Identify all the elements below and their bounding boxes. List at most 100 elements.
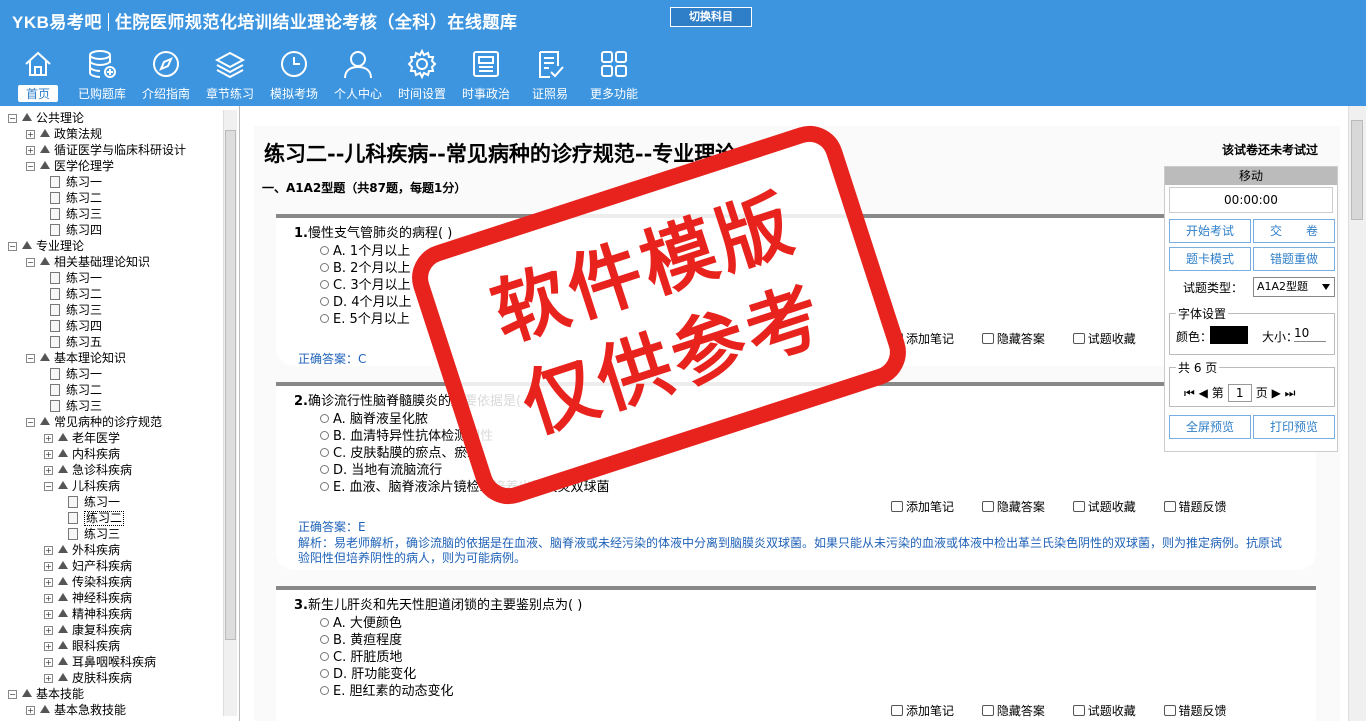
tree-item[interactable]: + 循证医学与临床科研设计 — [0, 142, 222, 158]
tree-item[interactable]: 练习二 — [0, 382, 222, 398]
tree-item[interactable]: 练习一 — [0, 270, 222, 286]
tree-item[interactable]: + 耳鼻咽喉科疾病 — [0, 654, 222, 670]
favorite-button[interactable]: 试题收藏 — [1072, 332, 1148, 346]
scrollbar-thumb[interactable] — [1351, 120, 1363, 220]
expand-toggle-icon[interactable]: − — [26, 418, 35, 427]
tree-item[interactable]: 练习一 — [0, 174, 222, 190]
expand-toggle-icon[interactable]: − — [26, 162, 35, 171]
expand-toggle-icon[interactable]: + — [44, 434, 53, 443]
font-size-input[interactable]: 10 — [1294, 326, 1326, 342]
tree-item[interactable]: + 传染科疾病 — [0, 574, 222, 590]
tree-item[interactable]: + 基本急救技能 — [0, 702, 222, 718]
expand-toggle-icon[interactable]: + — [44, 450, 53, 459]
expand-toggle-icon[interactable]: − — [8, 242, 17, 251]
question-type-select[interactable]: A1A2型题 — [1253, 277, 1335, 297]
tree-scrollbar[interactable] — [223, 110, 237, 716]
move-handle[interactable]: 移动 — [1165, 167, 1337, 185]
radio-button[interactable] — [320, 618, 329, 627]
nav-guide[interactable]: 介绍指南 — [134, 46, 198, 104]
expand-toggle-icon[interactable]: − — [26, 354, 35, 363]
expand-toggle-icon[interactable]: + — [44, 466, 53, 475]
tree-item[interactable]: 练习三 — [0, 398, 222, 414]
tree-item[interactable]: − 基本理论知识 — [0, 350, 222, 366]
tree-item[interactable]: + 外科疾病 — [0, 542, 222, 558]
tree-item[interactable]: − 公共理论 — [0, 110, 222, 126]
prev-page-icon[interactable]: ◀ — [1199, 386, 1208, 400]
expand-toggle-icon[interactable]: + — [26, 146, 35, 155]
hide-answer-button[interactable]: 隐藏答案 — [981, 332, 1057, 346]
expand-toggle-icon[interactable]: − — [26, 258, 35, 267]
nav-more[interactable]: 更多功能 — [582, 46, 646, 104]
tree-item[interactable]: + 政策法规 — [0, 126, 222, 142]
expand-toggle-icon[interactable]: + — [44, 658, 53, 667]
expand-toggle-icon[interactable]: + — [44, 578, 53, 587]
tree-item[interactable]: + 眼科疾病 — [0, 638, 222, 654]
tree-item[interactable]: 练习四 — [0, 318, 222, 334]
hide-answer-button[interactable]: 隐藏答案 — [981, 704, 1057, 718]
tree-item[interactable]: − 常见病种的诊疗规范 — [0, 414, 222, 430]
expand-toggle-icon[interactable]: + — [44, 674, 53, 683]
nav-purchased[interactable]: 已购题库 — [70, 46, 134, 104]
nav-home[interactable]: 首页 — [6, 46, 70, 104]
tree-item[interactable]: + 精神科疾病 — [0, 606, 222, 622]
tree-item[interactable]: − 儿科疾病 — [0, 478, 222, 494]
expand-toggle-icon[interactable]: − — [8, 690, 17, 699]
radio-button[interactable] — [320, 448, 329, 457]
radio-button[interactable] — [320, 280, 329, 289]
tree-item[interactable]: − 专业理论 — [0, 238, 222, 254]
tree-item[interactable]: − 医学伦理学 — [0, 158, 222, 174]
radio-button[interactable] — [320, 263, 329, 272]
tree-item[interactable]: + 老年医学 — [0, 430, 222, 446]
tree-item[interactable]: 练习三 — [0, 206, 222, 222]
option-e[interactable]: E. 5个月以上 — [320, 308, 410, 327]
tree-item[interactable]: 练习二 — [0, 510, 222, 526]
tree-item[interactable]: − 相关基础理论知识 — [0, 254, 222, 270]
expand-toggle-icon[interactable]: + — [44, 642, 53, 651]
tree-item[interactable]: + 内科疾病 — [0, 446, 222, 462]
tree-item[interactable]: + 急诊科疾病 — [0, 462, 222, 478]
submit-button[interactable]: 交 卷 — [1253, 219, 1335, 243]
tree-item[interactable]: + 皮肤科疾病 — [0, 670, 222, 686]
nav-time-settings[interactable]: 时间设置 — [390, 46, 454, 104]
tree-item[interactable]: − 基本技能 — [0, 686, 222, 702]
radio-button[interactable] — [320, 314, 329, 323]
radio-button[interactable] — [320, 652, 329, 661]
favorite-button[interactable]: 试题收藏 — [1072, 500, 1148, 514]
first-page-icon[interactable]: ⏮ — [1184, 386, 1195, 400]
tree-item[interactable]: 练习五 — [0, 334, 222, 350]
tree-item[interactable]: 练习三 — [0, 302, 222, 318]
nav-mock-exam[interactable]: 模拟考场 — [262, 46, 326, 104]
option-e[interactable]: E. 胆红素的动态变化 — [320, 680, 453, 699]
tree-item[interactable]: + 神经科疾病 — [0, 590, 222, 606]
nav-current-affairs[interactable]: 时事政治 — [454, 46, 518, 104]
radio-button[interactable] — [320, 297, 329, 306]
last-page-icon[interactable]: ⏭ — [1285, 386, 1296, 400]
report-error-button[interactable]: 错题反馈 — [1163, 704, 1239, 718]
radio-button[interactable] — [320, 431, 329, 440]
radio-button[interactable] — [320, 414, 329, 423]
tree-item[interactable]: + 康复科疾病 — [0, 622, 222, 638]
add-note-button[interactable]: 添加笔记 — [891, 500, 966, 514]
card-mode-button[interactable]: 题卡模式 — [1169, 247, 1251, 271]
main-scrollbar[interactable] — [1348, 106, 1366, 721]
start-exam-button[interactable]: 开始考试 — [1169, 219, 1251, 243]
expand-toggle-icon[interactable]: + — [26, 706, 35, 715]
font-color-swatch[interactable] — [1210, 326, 1248, 344]
add-note-button[interactable]: 添加笔记 — [891, 704, 966, 718]
tree-item[interactable]: 练习二 — [0, 190, 222, 206]
nav-chapter-practice[interactable]: 章节练习 — [198, 46, 262, 104]
tree-item[interactable]: 练习四 — [0, 222, 222, 238]
expand-toggle-icon[interactable]: + — [44, 626, 53, 635]
tree-item[interactable]: + 妇产科疾病 — [0, 558, 222, 574]
radio-button[interactable] — [320, 246, 329, 255]
expand-toggle-icon[interactable]: + — [44, 562, 53, 571]
expand-toggle-icon[interactable]: + — [44, 594, 53, 603]
page-input[interactable]: 1 — [1227, 384, 1252, 402]
expand-toggle-icon[interactable]: − — [8, 114, 17, 123]
expand-toggle-icon[interactable]: + — [26, 130, 35, 139]
expand-toggle-icon[interactable]: − — [44, 482, 53, 491]
scrollbar-thumb[interactable] — [225, 130, 236, 640]
print-preview-button[interactable]: 打印预览 — [1253, 415, 1335, 439]
next-page-icon[interactable]: ▶ — [1272, 386, 1281, 400]
hide-answer-button[interactable]: 隐藏答案 — [981, 500, 1057, 514]
